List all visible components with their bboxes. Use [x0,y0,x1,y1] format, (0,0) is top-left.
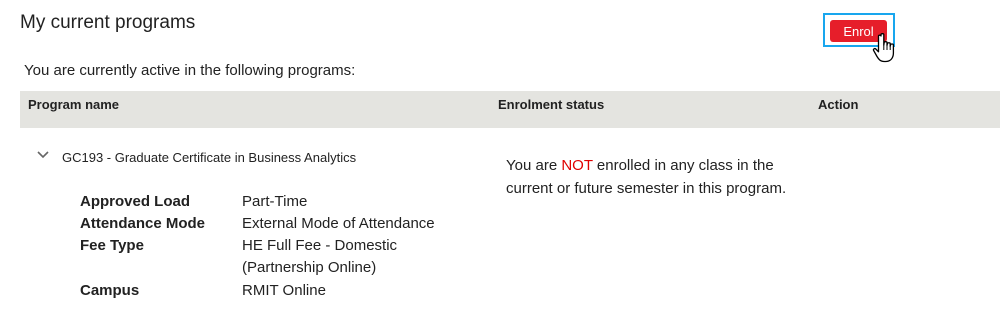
status-prefix: You are [506,157,562,174]
column-header-status: Enrolment status [498,97,605,112]
column-header-program: Program name [28,97,120,112]
detail-row-fee-type: Fee Type HE Full Fee - Domestic (Partner… [80,235,482,279]
detail-value: External Mode of Attendance [242,215,435,232]
detail-row-approved-load: Approved Load Part-Time [80,191,482,213]
program-details: Approved Load Part-Time Attendance Mode … [80,191,482,302]
enrolment-status-text: You are NOT enrolled in any class in the… [506,154,816,200]
program-row: GC193 - Graduate Certificate in Business… [20,128,1000,320]
detail-value: HE Full Fee - Domestic (Partnership Onli… [242,237,398,276]
column-header-action: Action [818,97,859,112]
intro-text: You are currently active in the followin… [24,62,356,79]
detail-row-campus: Campus RMIT Online [80,280,482,302]
page-title: My current programs [20,12,196,33]
status-emphasis: NOT [561,157,593,174]
detail-label: Approved Load [80,193,191,210]
detail-label: Campus [80,282,140,299]
chevron-down-icon[interactable] [36,148,50,162]
detail-value: Part-Time [242,193,308,210]
hand-pointer-icon [872,33,895,63]
detail-value: RMIT Online [242,282,326,299]
programs-table-header: Program name Enrolment status Action [20,91,1000,128]
detail-row-attendance-mode: Attendance Mode External Mode of Attenda… [80,213,482,235]
program-title[interactable]: GC193 - Graduate Certificate in Business… [62,150,356,165]
detail-label: Fee Type [80,237,144,254]
detail-label: Attendance Mode [80,215,206,232]
